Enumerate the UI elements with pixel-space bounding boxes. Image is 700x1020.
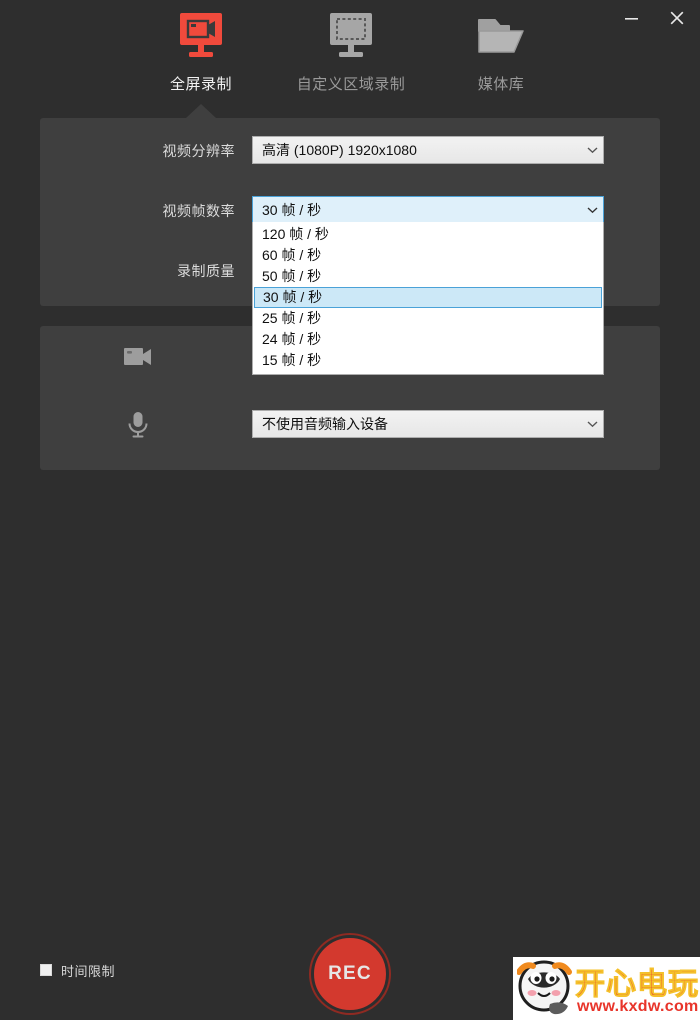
framerate-option[interactable]: 60 帧 / 秒 — [253, 245, 603, 266]
resolution-value: 高清 (1080P) 1920x1080 — [262, 142, 417, 158]
record-button[interactable]: REC — [311, 935, 389, 1013]
folder-icon — [473, 8, 529, 66]
monitor-record-icon — [174, 8, 228, 66]
framerate-label: 视频帧数率 — [162, 203, 235, 219]
tab-fullscreen-record-label: 全屏录制 — [169, 76, 232, 93]
framerate-combobox[interactable]: 30 帧 / 秒 — [252, 196, 604, 224]
watermark-name: 开心电玩 — [575, 967, 699, 1003]
record-button-label: REC — [328, 963, 372, 984]
footer-bar: 时间限制 REC 开心电玩 www.kxdw.com — [0, 470, 700, 1020]
tab-custom-region-record-label: 自定义区域录制 — [296, 76, 406, 93]
app-window: 全屏录制 自定义区域录制 媒体库 视频分辨率 高清 (1080P) 1920x1… — [0, 0, 700, 1020]
audio-device-value: 不使用音频输入设备 — [262, 416, 388, 432]
watermark: 开心电玩 www.kxdw.com — [513, 957, 700, 1020]
tab-custom-region-record[interactable]: 自定义区域录制 — [276, 8, 426, 104]
row-resolution: 视频分辨率 高清 (1080P) 1920x1080 — [40, 136, 660, 166]
audio-device-combobox[interactable]: 不使用音频输入设备 — [252, 410, 604, 438]
tab-fullscreen-record[interactable]: 全屏录制 — [126, 8, 276, 104]
row-microphone: 不使用音频输入设备 — [40, 410, 660, 440]
time-limit-label: 时间限制 — [61, 963, 116, 979]
framerate-value: 30 帧 / 秒 — [262, 202, 322, 218]
tab-bar: 全屏录制 自定义区域录制 媒体库 — [0, 8, 700, 108]
framerate-option[interactable]: 25 帧 / 秒 — [253, 308, 603, 329]
framerate-option[interactable]: 15 帧 / 秒 — [253, 350, 603, 371]
microphone-icon — [40, 410, 235, 440]
chevron-down-icon — [581, 146, 603, 154]
resolution-combobox[interactable]: 高清 (1080P) 1920x1080 — [252, 136, 604, 164]
active-tab-pointer — [186, 104, 216, 118]
framerate-option[interactable]: 50 帧 / 秒 — [253, 266, 603, 287]
framerate-option[interactable]: 24 帧 / 秒 — [253, 329, 603, 350]
chevron-down-icon — [581, 206, 603, 214]
mascot-icon — [517, 960, 572, 1015]
video-camera-icon — [40, 342, 235, 372]
framerate-option[interactable]: 120 帧 / 秒 — [253, 224, 603, 245]
tab-media-library-label: 媒体库 — [477, 76, 525, 93]
resolution-label: 视频分辨率 — [162, 143, 235, 159]
quality-label: 录制质量 — [177, 263, 235, 279]
watermark-url: www.kxdw.com — [577, 998, 699, 1015]
time-limit-checkbox[interactable] — [40, 964, 52, 976]
framerate-dropdown-list[interactable]: 120 帧 / 秒 60 帧 / 秒 50 帧 / 秒 30 帧 / 秒 25 … — [252, 222, 604, 375]
framerate-option-selected[interactable]: 30 帧 / 秒 — [254, 287, 602, 308]
time-limit-checkbox-wrap[interactable]: 时间限制 — [40, 960, 115, 980]
monitor-region-icon — [324, 8, 378, 66]
tab-media-library[interactable]: 媒体库 — [426, 8, 576, 104]
chevron-down-icon — [581, 420, 603, 428]
